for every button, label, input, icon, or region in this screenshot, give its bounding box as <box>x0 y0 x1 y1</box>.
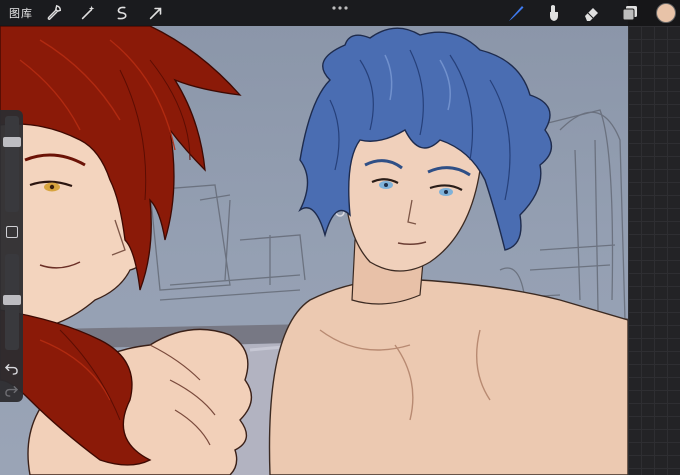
top-toolbar: 图库 <box>0 0 680 26</box>
layers-icon[interactable] <box>617 2 643 24</box>
canvas-margin-grid <box>628 26 680 475</box>
selection-icon[interactable] <box>111 2 133 24</box>
wrench-icon[interactable] <box>43 2 65 24</box>
brush-size-slider[interactable] <box>3 116 21 212</box>
magic-wand-icon[interactable] <box>77 2 99 24</box>
transform-arrow-icon[interactable] <box>145 2 167 24</box>
brush-size-thumb[interactable] <box>3 137 21 147</box>
modify-button[interactable] <box>6 226 18 238</box>
gallery-button[interactable]: 图库 <box>9 5 33 21</box>
color-picker-swatch[interactable] <box>656 3 676 23</box>
artwork <box>0 25 628 475</box>
blue-character-body <box>268 278 628 475</box>
opacity-thumb[interactable] <box>3 295 21 305</box>
left-sidebar <box>0 110 23 402</box>
more-options-icon[interactable] <box>330 3 350 13</box>
eraser-icon[interactable] <box>579 2 605 24</box>
drawing-canvas[interactable] <box>0 0 628 475</box>
redo-icon[interactable] <box>5 382 19 397</box>
smudge-icon[interactable] <box>541 2 567 24</box>
undo-icon[interactable] <box>4 360 18 375</box>
brush-icon[interactable] <box>503 2 529 24</box>
opacity-slider[interactable] <box>3 254 21 350</box>
